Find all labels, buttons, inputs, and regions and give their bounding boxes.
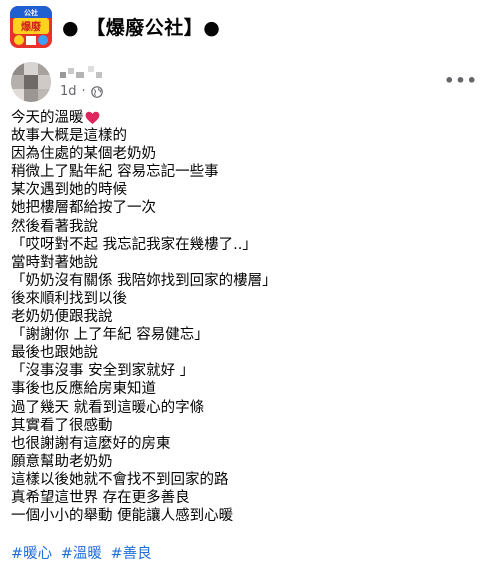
- svg-text:爆廢: 爆廢: [21, 20, 42, 33]
- svg-text:公社: 公社: [24, 8, 38, 17]
- post-line-text: 今天的溫暖: [11, 110, 84, 126]
- post-line: 因為住處的某個老奶奶: [11, 146, 156, 163]
- group-avatar[interactable]: 爆廢 公社: [10, 6, 52, 48]
- post-line: 事後也反應給房東知道: [11, 381, 156, 398]
- heart-icon: [85, 111, 99, 125]
- post-line: 一個小小的舉動 便能讓人感到心暖: [11, 508, 234, 525]
- group-logo-icon: 爆廢 公社: [10, 6, 52, 48]
- post-meta: 1d ·: [60, 84, 103, 99]
- post-line: 這樣以後她就不會找不到回家的路: [11, 471, 229, 488]
- hashtag-list: #暖心 #溫暖 #善良: [11, 545, 156, 563]
- post-line: 最後也跟她說: [11, 345, 98, 362]
- post-line: 然後看著我說: [11, 218, 98, 235]
- post-line: 當時對著她說: [11, 254, 98, 271]
- more-options-button[interactable]: •••: [444, 68, 478, 92]
- post-line: 也很謝謝有這麼好的房東: [11, 435, 171, 452]
- post-line: 「哎呀對不起 我忘記我家在幾樓了..」: [11, 236, 257, 253]
- group-name[interactable]: ● 【爆廢公社】●: [62, 13, 220, 40]
- hashtag-link[interactable]: #善良: [111, 546, 152, 562]
- post-line: 故事大概是這樣的: [11, 128, 127, 145]
- post-line: 稍微上了點年紀 容易忘記一些事: [11, 164, 219, 181]
- post-line: 真希望這世界 存在更多善良: [11, 489, 190, 506]
- post-line: 她把樓層都給按了一次: [11, 200, 156, 217]
- post-line: 某次遇到她的時候: [11, 182, 127, 199]
- post-line: 「謝謝你 上了年紀 容易健忘」: [11, 327, 209, 344]
- blurred-avatar-icon: [11, 62, 51, 102]
- more-horizontal-icon: •••: [444, 70, 478, 90]
- post-line: 今天的溫暖: [11, 109, 481, 127]
- poster-avatar[interactable]: [11, 62, 51, 102]
- post-line: 「沒事沒事 安全到家就好 」: [11, 363, 195, 380]
- post-line: 老奶奶便跟我說: [11, 309, 113, 326]
- post-time[interactable]: 1d: [60, 84, 77, 99]
- post-text: 今天的溫暖 故事大概是這樣的 因為住處的某個老奶奶 稍微上了點年紀 容易忘記一些…: [11, 109, 481, 525]
- globe-icon[interactable]: [90, 85, 103, 98]
- post-line: 「奶奶沒有關係 我陪妳找到回家的樓層」: [11, 272, 277, 289]
- post-line: 願意幫助老奶奶: [11, 453, 113, 470]
- poster-name[interactable]: [60, 64, 108, 80]
- hashtag-link[interactable]: #溫暖: [61, 546, 102, 562]
- hashtag-link[interactable]: #暖心: [11, 546, 52, 562]
- blurred-name-icon: [60, 66, 102, 78]
- meta-separator: ·: [81, 84, 86, 99]
- post-line: 其實看了很感動: [11, 417, 113, 434]
- group-header: 爆廢 公社 ● 【爆廢公社】●: [0, 0, 492, 52]
- post-line: 後來順利找到以後: [11, 290, 127, 307]
- post-line: 過了幾天 就看到這暖心的字條: [11, 399, 205, 416]
